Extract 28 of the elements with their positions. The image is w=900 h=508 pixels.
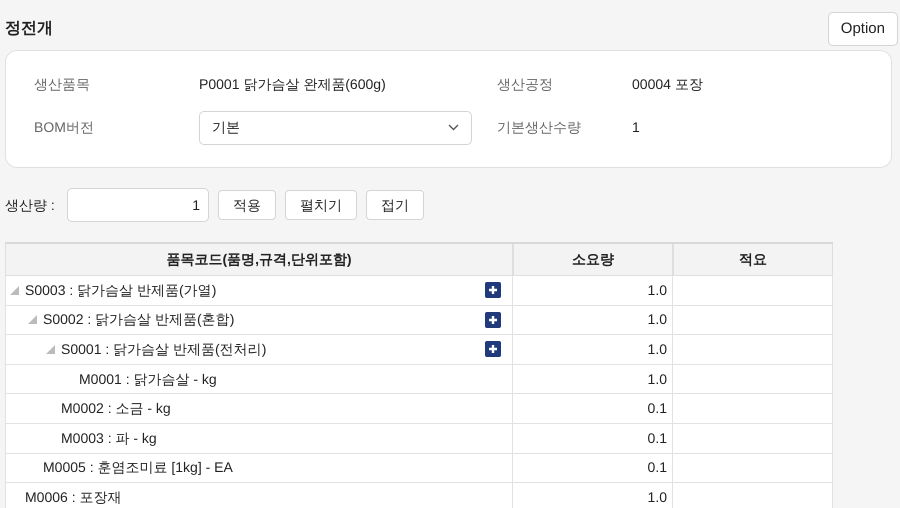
field-label: BOM버전: [34, 118, 95, 137]
item-text: M0002 : 소금 - kg: [61, 399, 171, 418]
item-text: M0001 : 닭가슴살 - kg: [79, 370, 217, 389]
plus-icon[interactable]: [485, 282, 501, 298]
item-text: M0005 : 훈염조미료 [1kg] - EA: [43, 458, 233, 478]
page-title: 정전개: [5, 19, 53, 39]
quantity-label: 생산량 :: [5, 196, 56, 214]
item-text: S0002 : 닭가슴살 반제품(혼합): [43, 310, 234, 330]
item-text: S0003 : 닭가슴살 반제품(가열): [25, 280, 216, 300]
bom-version-select[interactable]: 기본: [199, 110, 472, 144]
quantity-field[interactable]: 1: [67, 188, 209, 222]
toolbar-button[interactable]: 펼치기: [285, 190, 357, 220]
toolbar-button[interactable]: 접기: [366, 190, 424, 220]
quantity-cell: 1.0: [513, 483, 673, 508]
field-label: 생산품목: [34, 74, 91, 94]
toolbar-button[interactable]: 적용: [218, 190, 276, 220]
item-text: M0003 : 파 - kg: [61, 428, 157, 448]
item-text: M0006 : 포장재: [25, 488, 122, 507]
plus-icon[interactable]: [485, 312, 501, 328]
plus-icon[interactable]: [485, 341, 501, 358]
item-text: S0001 : 닭가슴살 반제품(전처리): [61, 340, 266, 359]
field-value: P0001 닭가슴살 완제품(600g): [199, 74, 387, 94]
field-label: 기본생산수량: [497, 118, 582, 137]
option-button[interactable]: Option: [828, 12, 898, 46]
field-label: 생산공정: [497, 74, 554, 94]
field-value: 1: [632, 118, 641, 137]
chevron-down-icon: [448, 124, 459, 131]
field-value: 00004 포장: [632, 74, 704, 94]
